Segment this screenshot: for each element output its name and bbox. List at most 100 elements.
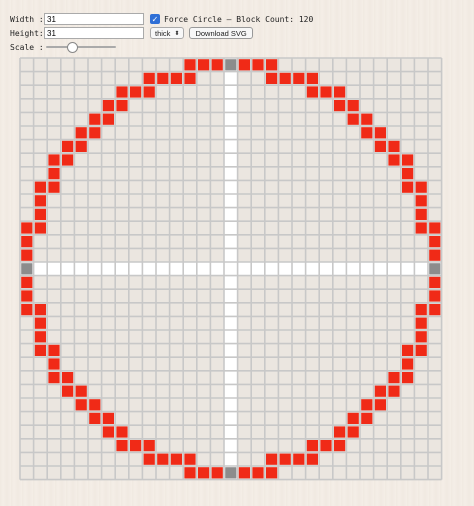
circle-axis-block bbox=[225, 467, 237, 479]
circle-block bbox=[34, 195, 46, 207]
circle-block bbox=[48, 358, 60, 370]
circle-block bbox=[170, 72, 182, 84]
circle-block bbox=[293, 453, 305, 465]
circle-block bbox=[266, 453, 278, 465]
circle-block bbox=[347, 113, 359, 125]
circle-block bbox=[89, 113, 101, 125]
circle-block bbox=[429, 236, 441, 248]
circle-block bbox=[266, 467, 278, 479]
circle-block bbox=[374, 140, 386, 152]
circle-block bbox=[75, 127, 87, 139]
circle-grid-canvas[interactable] bbox=[0, 0, 474, 506]
circle-block bbox=[266, 72, 278, 84]
circle-axis-block bbox=[429, 263, 441, 275]
circle-block bbox=[102, 426, 114, 438]
circle-block bbox=[320, 86, 332, 98]
circle-block bbox=[34, 344, 46, 356]
circle-block bbox=[415, 304, 427, 316]
circle-block bbox=[334, 426, 346, 438]
circle-block bbox=[102, 412, 114, 424]
circle-block bbox=[429, 249, 441, 261]
circle-block bbox=[374, 385, 386, 397]
circle-block bbox=[102, 100, 114, 112]
circle-block bbox=[198, 59, 210, 71]
circle-block bbox=[415, 181, 427, 193]
circle-block bbox=[21, 276, 33, 288]
circle-block bbox=[402, 372, 414, 384]
circle-block bbox=[402, 154, 414, 166]
circle-block bbox=[388, 372, 400, 384]
circle-block bbox=[143, 453, 155, 465]
circle-block bbox=[361, 412, 373, 424]
circle-block bbox=[306, 72, 318, 84]
circle-block bbox=[334, 86, 346, 98]
circle-block bbox=[130, 86, 142, 98]
circle-block bbox=[34, 208, 46, 220]
circle-block bbox=[21, 222, 33, 234]
circle-block bbox=[48, 344, 60, 356]
circle-block bbox=[429, 276, 441, 288]
circle-block bbox=[361, 399, 373, 411]
circle-block bbox=[334, 100, 346, 112]
circle-block bbox=[184, 59, 196, 71]
circle-block bbox=[293, 72, 305, 84]
circle-block bbox=[347, 412, 359, 424]
circle-block bbox=[34, 304, 46, 316]
circle-block bbox=[170, 453, 182, 465]
circle-block bbox=[361, 113, 373, 125]
circle-block bbox=[62, 385, 74, 397]
circle-block bbox=[184, 467, 196, 479]
circle-block bbox=[238, 467, 250, 479]
horizontal-axis-band bbox=[20, 262, 442, 276]
circle-block bbox=[429, 304, 441, 316]
circle-block bbox=[279, 72, 291, 84]
circle-block bbox=[62, 140, 74, 152]
circle-block bbox=[21, 290, 33, 302]
circle-block bbox=[157, 72, 169, 84]
circle-block bbox=[116, 440, 128, 452]
circle-block bbox=[429, 222, 441, 234]
circle-block bbox=[75, 140, 87, 152]
circle-block bbox=[102, 113, 114, 125]
circle-block bbox=[415, 222, 427, 234]
circle-block bbox=[75, 399, 87, 411]
circle-block bbox=[361, 127, 373, 139]
circle-block bbox=[143, 72, 155, 84]
circle-block bbox=[402, 344, 414, 356]
circle-block bbox=[211, 467, 223, 479]
circle-block bbox=[402, 181, 414, 193]
circle-block bbox=[21, 304, 33, 316]
circle-block bbox=[34, 317, 46, 329]
circle-block bbox=[402, 168, 414, 180]
circle-block bbox=[374, 127, 386, 139]
circle-block bbox=[374, 399, 386, 411]
circle-block bbox=[252, 59, 264, 71]
circle-block bbox=[279, 453, 291, 465]
circle-block bbox=[415, 317, 427, 329]
circle-block bbox=[89, 399, 101, 411]
circle-block bbox=[347, 100, 359, 112]
circle-block bbox=[388, 385, 400, 397]
circle-axis-block bbox=[21, 263, 33, 275]
circle-block bbox=[75, 385, 87, 397]
circle-block bbox=[48, 181, 60, 193]
circle-block bbox=[415, 195, 427, 207]
circle-block bbox=[306, 440, 318, 452]
circle-block bbox=[429, 290, 441, 302]
circle-block bbox=[89, 412, 101, 424]
circle-axis-block bbox=[225, 59, 237, 71]
circle-block bbox=[402, 358, 414, 370]
circle-block bbox=[116, 86, 128, 98]
circle-block bbox=[415, 208, 427, 220]
circle-block bbox=[334, 440, 346, 452]
circle-block bbox=[238, 59, 250, 71]
circle-block bbox=[89, 127, 101, 139]
circle-block bbox=[34, 331, 46, 343]
circle-block bbox=[48, 154, 60, 166]
circle-block bbox=[184, 72, 196, 84]
circle-block bbox=[62, 372, 74, 384]
circle-block bbox=[415, 344, 427, 356]
circle-block bbox=[130, 440, 142, 452]
circle-block bbox=[48, 168, 60, 180]
circle-block bbox=[143, 86, 155, 98]
